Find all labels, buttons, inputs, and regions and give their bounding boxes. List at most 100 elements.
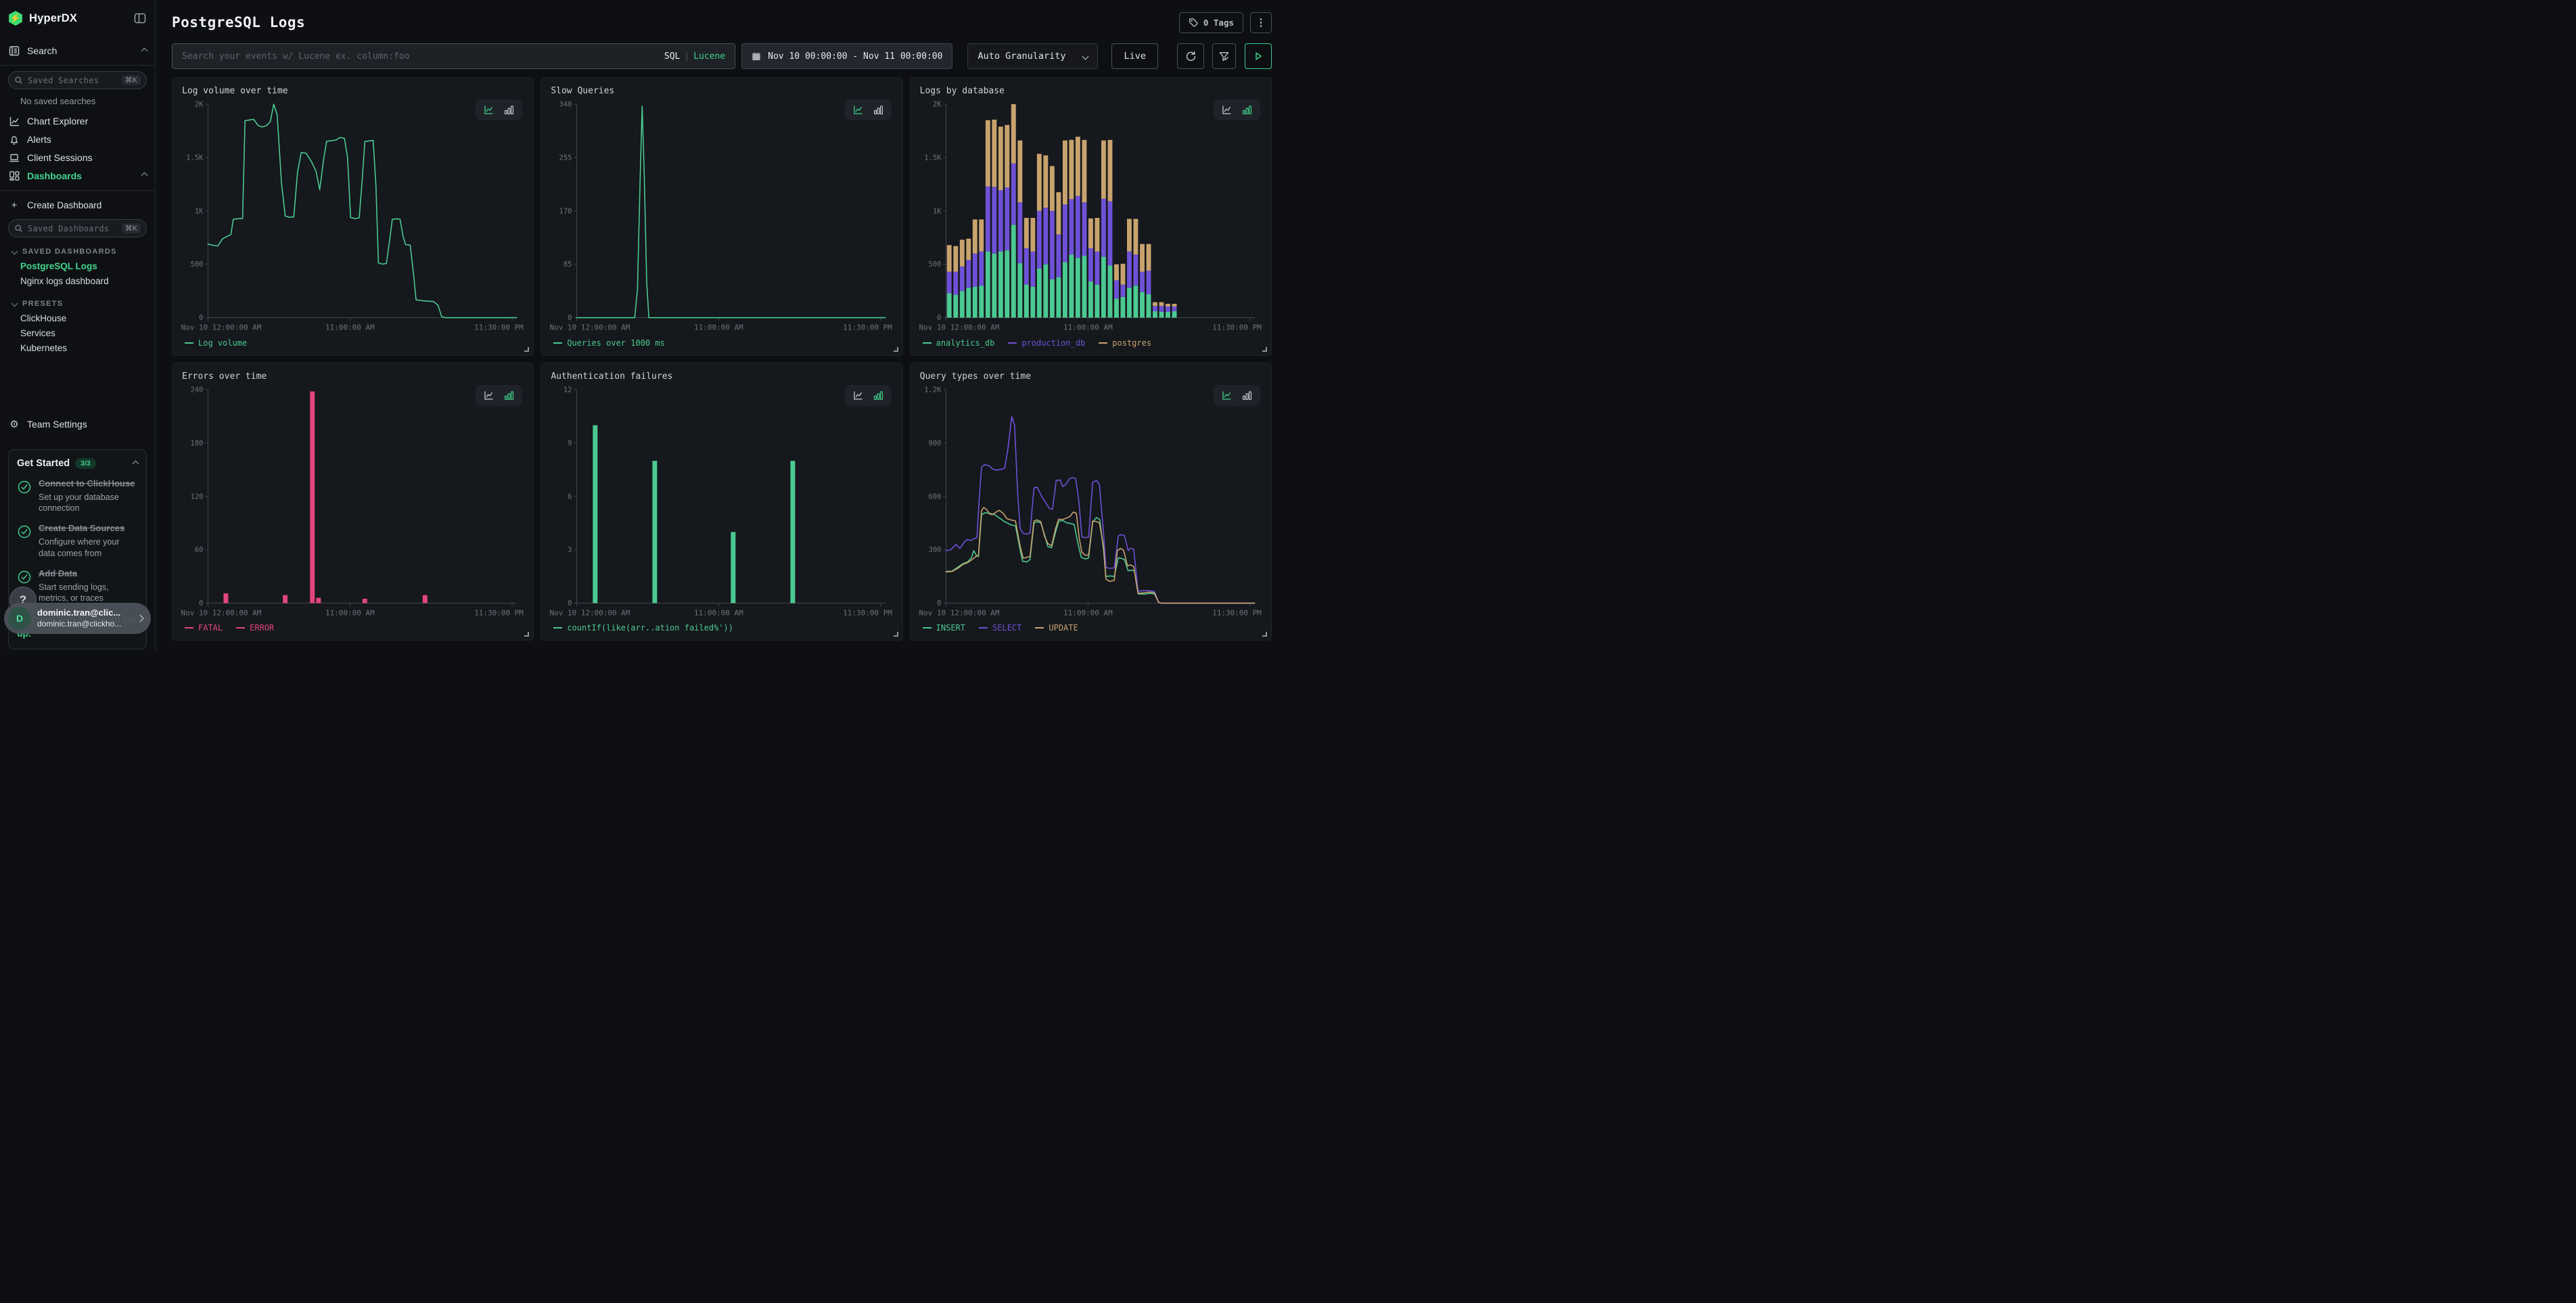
svg-text:170: 170 [559, 207, 572, 215]
filter-button[interactable] [1212, 43, 1236, 69]
svg-text:11:00:00 AM: 11:00:00 AM [325, 608, 375, 617]
sidebar-item-clickhouse[interactable]: ClickHouse [8, 311, 147, 325]
saved-searches-input[interactable]: Saved Searches ⌘K [8, 71, 147, 89]
user-name: dominic.tran@clic... [37, 608, 131, 618]
create-dashboard-button[interactable]: + Create Dashboard [8, 196, 147, 214]
chevron-up-icon [141, 173, 148, 179]
sidebar-item-kubernetes[interactable]: Kubernetes [8, 340, 147, 355]
presets-section-header[interactable]: PRESETS [8, 296, 147, 311]
tags-label: 0 Tags [1203, 18, 1234, 28]
bar-view-button[interactable] [1241, 104, 1253, 116]
legend-item: FATAL [185, 623, 223, 633]
user-menu[interactable]: D dominic.tran@clic... dominic.tran@clic… [4, 603, 151, 634]
sidebar-item-team-settings[interactable]: ⚙ Team Settings [8, 415, 147, 433]
sidebar-item-search[interactable]: Search [8, 42, 147, 60]
svg-text:Nov 10 12:00:00 AM: Nov 10 12:00:00 AM [181, 323, 262, 332]
svg-text:9: 9 [568, 439, 572, 447]
bar-view-button[interactable] [873, 390, 884, 401]
svg-text:11:00:00 AM: 11:00:00 AM [1063, 323, 1113, 332]
line-view-button[interactable] [1221, 390, 1233, 401]
create-dashboard-label: Create Dashboard [27, 200, 101, 210]
chart-title: Query types over time [920, 371, 1263, 382]
chart-title: Slow Queries [551, 86, 894, 96]
svg-text:600: 600 [928, 493, 941, 501]
run-query-button[interactable] [1245, 43, 1272, 69]
sidebar-item-services[interactable]: Services [8, 325, 147, 340]
date-range-picker[interactable]: Nov 10 00:00:00 - Nov 11 00:00:00 [741, 43, 952, 69]
chart-plot[interactable]: 060120180240Nov 10 12:00:00 AM11:00:00 A… [181, 382, 525, 622]
svg-text:1.5K: 1.5K [186, 154, 204, 162]
chart-card-log-volume: Log volume over time 05001K1.5K2KNov 10 … [172, 77, 534, 356]
saved-dashboards-section-header[interactable]: SAVED DASHBOARDS [8, 244, 147, 258]
sidebar-item-label: Client Sessions [27, 152, 93, 163]
svg-text:0: 0 [937, 314, 941, 322]
resize-handle[interactable] [524, 347, 529, 352]
lucene-mode-toggle[interactable]: Lucene [693, 51, 725, 62]
brand-name: HyperDX [29, 12, 127, 25]
chevron-up-icon[interactable] [133, 460, 139, 467]
sql-mode-toggle[interactable]: SQL [664, 51, 680, 62]
chart-plot[interactable]: 05001K1.5K2KNov 10 12:00:00 AM11:00:00 A… [919, 96, 1263, 336]
svg-text:11:30:00 PM: 11:30:00 PM [1212, 323, 1262, 332]
svg-text:340: 340 [559, 100, 572, 108]
filter-icon [1218, 51, 1230, 62]
svg-text:3: 3 [568, 546, 572, 554]
section-header-label: SAVED DASHBOARDS [22, 248, 117, 256]
resize-handle[interactable] [894, 347, 898, 352]
sidebar-item-dashboards[interactable]: Dashboards [8, 166, 147, 185]
bar-view-button[interactable] [503, 104, 515, 116]
bell-icon [8, 133, 20, 145]
more-options-button[interactable]: ⋮ [1250, 12, 1272, 33]
get-started-item-sources[interactable]: Create Data Sources Configure where your… [17, 523, 138, 558]
sidebar-item-label: Alerts [27, 134, 51, 145]
sidebar-item-postgresql-logs[interactable]: PostgreSQL Logs [8, 258, 147, 273]
chart-view-toggle [476, 385, 522, 406]
svg-text:0: 0 [568, 314, 572, 322]
svg-text:500: 500 [928, 260, 941, 269]
get-started-item-title: Add Data [39, 568, 138, 580]
chart-view-toggle [845, 385, 892, 406]
chart-plot[interactable]: 03006009001.2KNov 10 12:00:00 AM11:00:00… [919, 382, 1263, 622]
resize-handle[interactable] [1262, 632, 1267, 637]
resize-handle[interactable] [1262, 347, 1267, 352]
line-view-button[interactable] [852, 390, 864, 401]
bar-view-button[interactable] [873, 104, 884, 116]
sidebar-item-chart-explorer[interactable]: Chart Explorer [8, 112, 147, 130]
no-saved-searches-text: No saved searches [8, 92, 147, 112]
line-view-button[interactable] [483, 104, 495, 116]
saved-dashboards-input[interactable]: Saved Dashboards ⌘K [8, 219, 147, 237]
check-circle-icon [17, 480, 32, 513]
sidebar-collapse-button[interactable] [133, 12, 147, 25]
chart-plot[interactable]: 05001K1.5K2KNov 10 12:00:00 AM11:00:00 A… [181, 96, 525, 336]
bar-view-button[interactable] [1241, 390, 1253, 401]
event-search-input[interactable]: Search your events w/ Lucene ex. column:… [172, 43, 735, 69]
svg-text:Nov 10 12:00:00 AM: Nov 10 12:00:00 AM [550, 323, 630, 332]
get-started-item-connect[interactable]: Connect to ClickHouse Set up your databa… [17, 478, 138, 513]
line-view-button[interactable] [852, 104, 864, 116]
tags-button[interactable]: 0 Tags [1179, 12, 1243, 33]
chart-plot[interactable]: 036912Nov 10 12:00:00 AM11:00:00 AM11:30… [549, 382, 894, 622]
resize-handle[interactable] [524, 632, 529, 637]
svg-text:500: 500 [191, 260, 204, 269]
line-view-button[interactable] [483, 390, 495, 401]
panel-left-icon [133, 12, 147, 25]
legend-item: ERROR [236, 623, 274, 633]
bar-view-button[interactable] [503, 390, 515, 401]
resize-handle[interactable] [894, 632, 898, 637]
chart-plot[interactable]: 085170255340Nov 10 12:00:00 AM11:00:00 A… [549, 96, 894, 336]
svg-text:0: 0 [568, 599, 572, 608]
refresh-button[interactable] [1177, 43, 1204, 69]
sidebar-item-client-sessions[interactable]: Client Sessions [8, 148, 147, 166]
line-view-button[interactable] [1221, 104, 1233, 116]
granularity-select[interactable]: Auto Granularity [967, 43, 1098, 69]
chart-view-toggle [1214, 385, 1260, 406]
page-title: PostgreSQL Logs [172, 14, 305, 30]
live-button[interactable]: Live [1111, 43, 1158, 69]
sidebar-item-alerts[interactable]: Alerts [8, 130, 147, 148]
chart-card-query-types: Query types over time 03006009001.2KNov … [910, 363, 1272, 641]
toolbar: Search your events w/ Lucene ex. column:… [172, 43, 1272, 69]
sidebar-item-nginx-logs-dashboard[interactable]: Nginx logs dashboard [8, 273, 147, 288]
chart-card-errors: Errors over time 060120180240Nov 10 12:0… [172, 363, 534, 641]
legend-item: countIf(like(arr..ation failed%')) [553, 623, 733, 633]
svg-text:11:30:00 PM: 11:30:00 PM [843, 323, 892, 332]
